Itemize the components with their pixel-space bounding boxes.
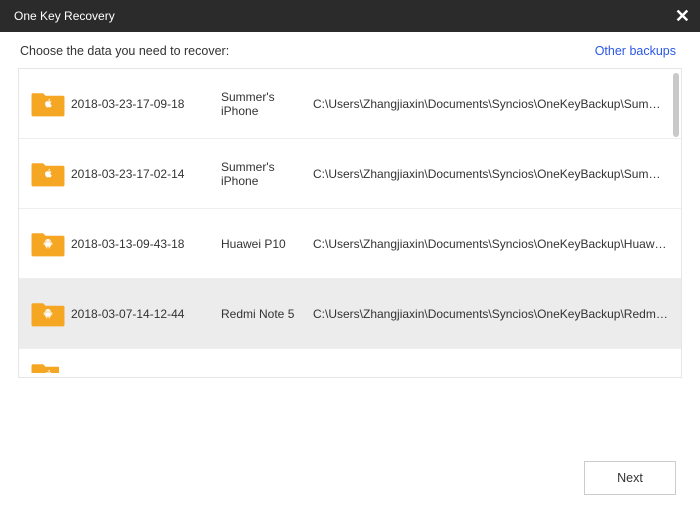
backup-timestamp: 2018-03-07-14-12-44 [71, 307, 221, 321]
window-title: One Key Recovery [14, 9, 115, 23]
prompt-text: Choose the data you need to recover: [20, 44, 229, 58]
backup-timestamp: 2018-03-13-09-43-18 [71, 237, 221, 251]
footer: Next [584, 461, 676, 495]
backup-path: C:\Users\Zhangjiaxin\Documents\Syncios\O… [313, 307, 669, 321]
table-row[interactable]: 2018-03-07-14-12-44Redmi Note 5C:\Users\… [19, 279, 681, 349]
backup-timestamp: 2018-03-23-17-09-18 [71, 97, 221, 111]
close-icon[interactable]: ✕ [675, 7, 690, 25]
apple-folder-icon [31, 90, 71, 118]
header-row: Choose the data you need to recover: Oth… [0, 32, 700, 68]
backup-device: Summer's iPhone [221, 90, 313, 118]
backup-timestamp: 2018-03-23-17-02-14 [71, 167, 221, 181]
backup-device: Huawei P10 [221, 237, 313, 251]
table-row[interactable]: 2018-03-23-17-02-14Summer's iPhoneC:\Use… [19, 139, 681, 209]
backup-path: C:\Users\Zhangjiaxin\Documents\Syncios\O… [313, 97, 669, 111]
backup-list: 2018-03-23-17-09-18Summer's iPhoneC:\Use… [18, 68, 682, 378]
table-row[interactable]: 2018-03-23-17-09-18Summer's iPhoneC:\Use… [19, 69, 681, 139]
backup-path: C:\Users\Zhangjiaxin\Documents\Syncios\O… [313, 167, 669, 181]
folder-icon [31, 361, 59, 373]
titlebar: One Key Recovery ✕ [0, 0, 700, 32]
table-row[interactable] [19, 349, 681, 373]
next-button[interactable]: Next [584, 461, 676, 495]
android-folder-icon [31, 230, 71, 258]
backup-device: Redmi Note 5 [221, 307, 313, 321]
other-backups-link[interactable]: Other backups [595, 44, 676, 58]
apple-folder-icon [31, 160, 71, 188]
table-row[interactable]: 2018-03-13-09-43-18Huawei P10C:\Users\Zh… [19, 209, 681, 279]
scrollbar[interactable] [673, 73, 679, 137]
backup-device: Summer's iPhone [221, 160, 313, 188]
android-folder-icon [31, 300, 71, 328]
backup-path: C:\Users\Zhangjiaxin\Documents\Syncios\O… [313, 237, 669, 251]
